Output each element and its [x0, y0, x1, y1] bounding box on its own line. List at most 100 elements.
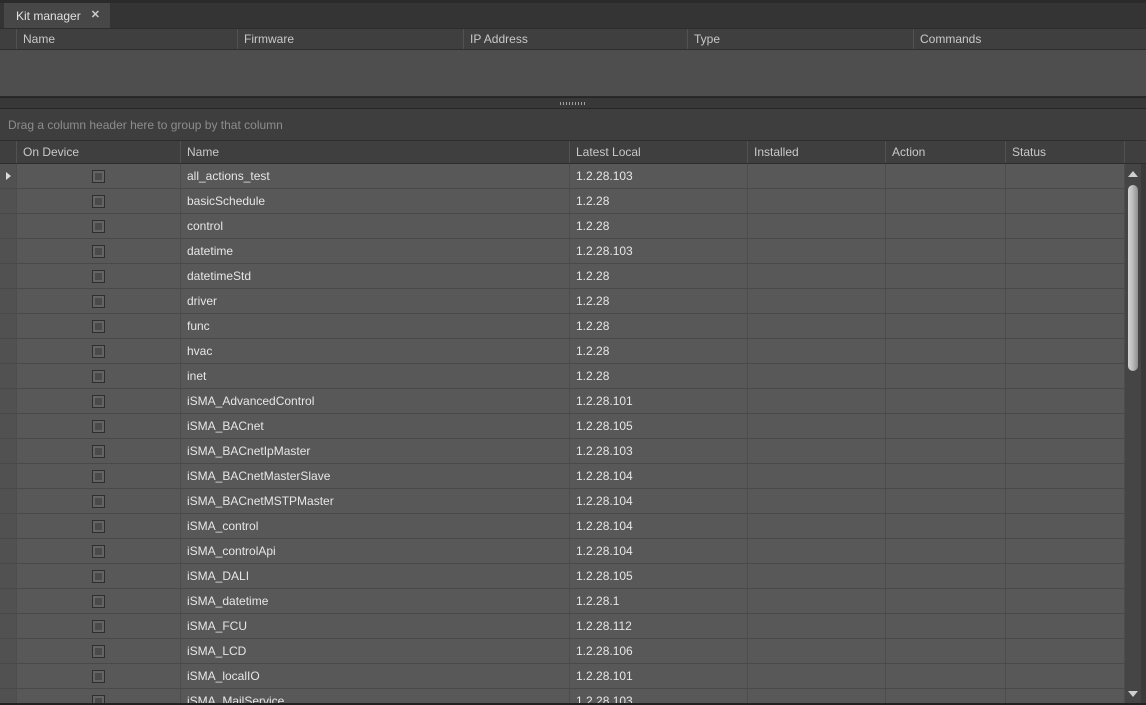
- table-row[interactable]: inet 1.2.28: [0, 364, 1125, 389]
- on-device-checkbox[interactable]: [92, 595, 105, 608]
- on-device-cell: [17, 589, 181, 613]
- device-column-ip-address[interactable]: IP Address: [464, 29, 688, 49]
- on-device-checkbox[interactable]: [92, 470, 105, 483]
- device-column-type[interactable]: Type: [688, 29, 914, 49]
- table-row[interactable]: iSMA_BACnetIpMaster 1.2.28.103: [0, 439, 1125, 464]
- status-cell: [1006, 389, 1125, 413]
- action-cell: [886, 339, 1006, 363]
- on-device-cell: [17, 289, 181, 313]
- table-row[interactable]: datetime 1.2.28.103: [0, 239, 1125, 264]
- status-cell: [1006, 214, 1125, 238]
- kits-column-name[interactable]: Name: [181, 141, 570, 163]
- table-row[interactable]: iSMA_AdvancedControl 1.2.28.101: [0, 389, 1125, 414]
- on-device-cell: [17, 489, 181, 513]
- latest-local-cell: 1.2.28: [570, 339, 748, 363]
- table-row[interactable]: all_actions_test 1.2.28.103: [0, 164, 1125, 189]
- kits-column-installed[interactable]: Installed: [748, 141, 886, 163]
- scroll-up-button[interactable]: [1125, 166, 1141, 181]
- row-indicator-cell: [0, 489, 17, 513]
- kits-column-on-device[interactable]: On Device: [17, 141, 181, 163]
- tab-kit-manager[interactable]: Kit manager ✕: [4, 3, 110, 28]
- device-column-commands[interactable]: Commands: [914, 29, 1146, 49]
- action-cell: [886, 414, 1006, 438]
- on-device-checkbox[interactable]: [92, 245, 105, 258]
- device-column-firmware[interactable]: Firmware: [238, 29, 464, 49]
- vertical-scrollbar[interactable]: [1125, 164, 1141, 705]
- table-row[interactable]: iSMA_localIO 1.2.28.101: [0, 664, 1125, 689]
- table-row[interactable]: iSMA_BACnet 1.2.28.105: [0, 414, 1125, 439]
- on-device-checkbox[interactable]: [92, 170, 105, 183]
- kit-name-cell: datetime: [181, 239, 570, 263]
- table-row[interactable]: func 1.2.28: [0, 314, 1125, 339]
- on-device-checkbox[interactable]: [92, 395, 105, 408]
- kits-column-latest-local[interactable]: Latest Local: [570, 141, 748, 163]
- table-row[interactable]: control 1.2.28: [0, 214, 1125, 239]
- installed-cell: [748, 564, 886, 588]
- table-row[interactable]: hvac 1.2.28: [0, 339, 1125, 364]
- horizontal-splitter[interactable]: [0, 97, 1146, 109]
- table-row[interactable]: iSMA_FCU 1.2.28.112: [0, 614, 1125, 639]
- installed-cell: [748, 214, 886, 238]
- table-row[interactable]: datetimeStd 1.2.28: [0, 264, 1125, 289]
- on-device-checkbox[interactable]: [92, 445, 105, 458]
- on-device-checkbox[interactable]: [92, 670, 105, 683]
- on-device-checkbox[interactable]: [92, 545, 105, 558]
- latest-local-cell: 1.2.28.103: [570, 164, 748, 188]
- on-device-checkbox[interactable]: [92, 495, 105, 508]
- group-by-panel[interactable]: Drag a column header here to group by th…: [0, 109, 1146, 141]
- action-cell: [886, 489, 1006, 513]
- table-row[interactable]: iSMA_DALI 1.2.28.105: [0, 564, 1125, 589]
- status-cell: [1006, 639, 1125, 663]
- row-indicator-cell: [0, 214, 17, 238]
- group-by-hint: Drag a column header here to group by th…: [8, 118, 283, 132]
- status-cell: [1006, 489, 1125, 513]
- on-device-checkbox[interactable]: [92, 520, 105, 533]
- row-indicator-cell: [0, 589, 17, 613]
- on-device-checkbox[interactable]: [92, 295, 105, 308]
- on-device-checkbox[interactable]: [92, 370, 105, 383]
- kits-table-header: On Device Name Latest Local Installed Ac…: [0, 141, 1146, 164]
- action-cell: [886, 164, 1006, 188]
- on-device-checkbox[interactable]: [92, 645, 105, 658]
- kits-column-status[interactable]: Status: [1006, 141, 1125, 163]
- installed-cell: [748, 464, 886, 488]
- on-device-checkbox[interactable]: [92, 570, 105, 583]
- latest-local-cell: 1.2.28: [570, 214, 748, 238]
- row-indicator-cell: [0, 264, 17, 288]
- on-device-checkbox[interactable]: [92, 195, 105, 208]
- on-device-cell: [17, 614, 181, 638]
- table-row[interactable]: iSMA_BACnetMasterSlave 1.2.28.104: [0, 464, 1125, 489]
- action-cell: [886, 664, 1006, 688]
- scroll-down-button[interactable]: [1125, 686, 1141, 701]
- row-indicator-cell: [0, 539, 17, 563]
- table-row[interactable]: iSMA_datetime 1.2.28.1: [0, 589, 1125, 614]
- row-indicator-cell: [0, 614, 17, 638]
- table-row[interactable]: iSMA_controlApi 1.2.28.104: [0, 539, 1125, 564]
- installed-cell: [748, 589, 886, 613]
- on-device-checkbox[interactable]: [92, 220, 105, 233]
- row-indicator-cell: [0, 389, 17, 413]
- close-icon[interactable]: ✕: [91, 10, 100, 21]
- kits-column-action[interactable]: Action: [886, 141, 1006, 163]
- action-cell: [886, 289, 1006, 313]
- on-device-checkbox[interactable]: [92, 420, 105, 433]
- on-device-checkbox[interactable]: [92, 320, 105, 333]
- table-row[interactable]: basicSchedule 1.2.28: [0, 189, 1125, 214]
- table-row[interactable]: driver 1.2.28: [0, 289, 1125, 314]
- scrollbar-thumb[interactable]: [1128, 185, 1138, 371]
- table-row[interactable]: iSMA_control 1.2.28.104: [0, 514, 1125, 539]
- status-cell: [1006, 239, 1125, 263]
- on-device-cell: [17, 314, 181, 338]
- table-row[interactable]: iSMA_LCD 1.2.28.106: [0, 639, 1125, 664]
- on-device-checkbox[interactable]: [92, 345, 105, 358]
- kit-name-cell: iSMA_controlApi: [181, 539, 570, 563]
- kit-name-cell: iSMA_AdvancedControl: [181, 389, 570, 413]
- on-device-cell: [17, 339, 181, 363]
- table-row[interactable]: iSMA_BACnetMSTPMaster 1.2.28.104: [0, 489, 1125, 514]
- device-column-name[interactable]: Name: [17, 29, 238, 49]
- on-device-checkbox[interactable]: [92, 620, 105, 633]
- on-device-checkbox[interactable]: [92, 270, 105, 283]
- on-device-cell: [17, 239, 181, 263]
- installed-cell: [748, 614, 886, 638]
- status-cell: [1006, 164, 1125, 188]
